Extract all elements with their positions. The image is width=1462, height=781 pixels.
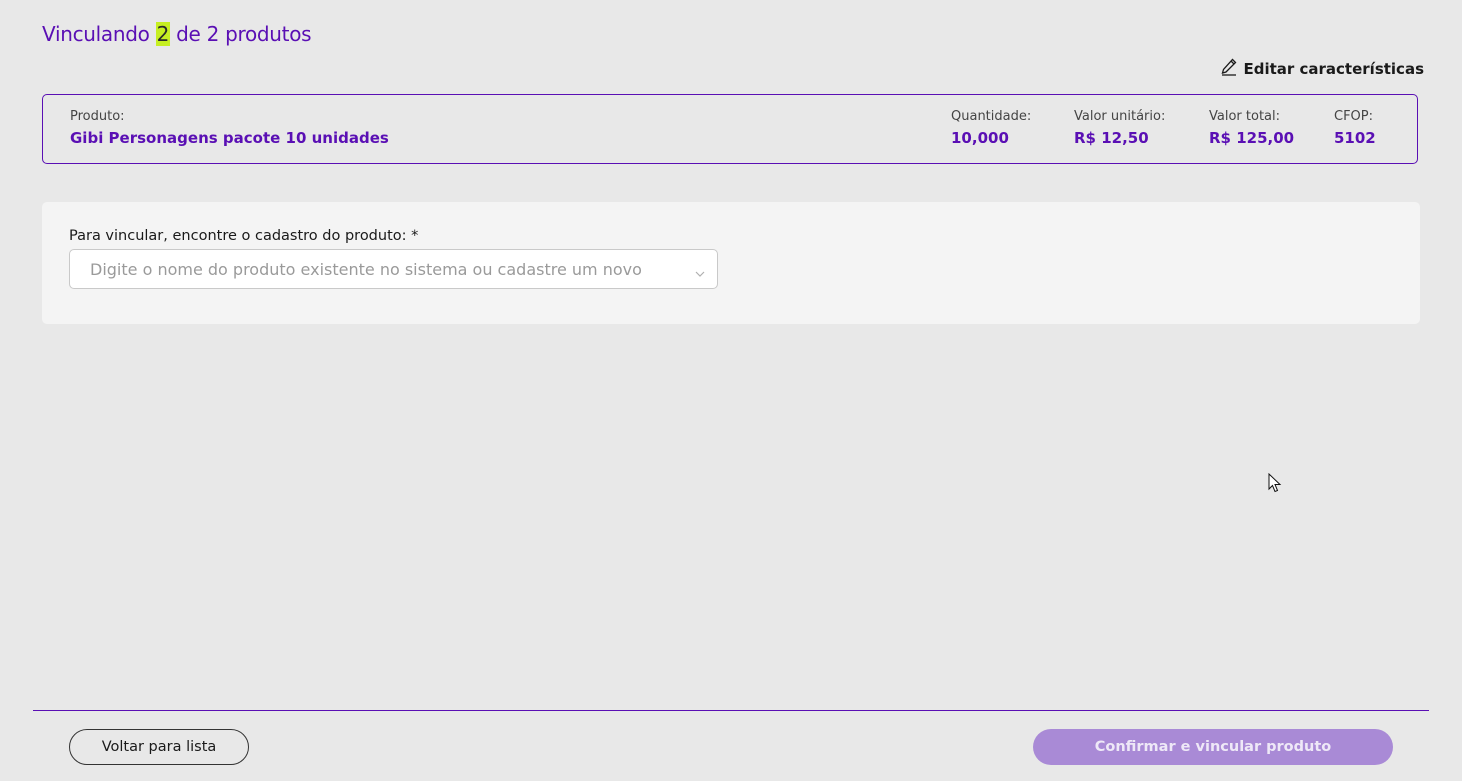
cfop-label: CFOP: [1334, 109, 1374, 124]
product-name-field: Produto: Gibi Personagens pacote 10 unid… [70, 109, 389, 147]
product-search-combobox[interactable] [69, 249, 718, 289]
total-value-label: Valor total: [1209, 109, 1280, 124]
product-name-value: Gibi Personagens pacote 10 unidades [70, 129, 389, 147]
product-name-label: Produto: [70, 109, 125, 124]
mouse-pointer-icon [1268, 472, 1282, 493]
product-search-label: Para vincular, encontre o cadastro do pr… [69, 228, 419, 244]
unit-value-field: Valor unitário: R$ 12,50 [1074, 109, 1165, 147]
quantity-field: Quantidade: 10,000 [951, 109, 1031, 147]
confirm-link-product-button[interactable]: Confirmar e vincular produto [1033, 729, 1393, 765]
product-search-panel: Para vincular, encontre o cadastro do pr… [42, 202, 1420, 324]
title-suffix: de 2 produtos [176, 22, 312, 46]
quantity-value: 10,000 [951, 129, 1009, 147]
pencil-icon [1221, 58, 1237, 80]
product-search-input[interactable] [70, 250, 670, 288]
total-value-field: Valor total: R$ 125,00 [1209, 109, 1294, 147]
unit-value-label: Valor unitário: [1074, 109, 1166, 124]
title-prefix: Vinculando [42, 22, 150, 46]
cfop-value: 5102 [1334, 129, 1376, 147]
back-to-list-button[interactable]: Voltar para lista [69, 729, 249, 765]
unit-value-value: R$ 12,50 [1074, 129, 1149, 147]
edit-characteristics-link[interactable]: Editar características [1221, 58, 1424, 80]
chevron-down-icon[interactable] [695, 264, 705, 277]
page-title: Vinculando 2 de 2 produtos [42, 22, 312, 46]
edit-characteristics-label: Editar características [1243, 60, 1424, 78]
total-value-value: R$ 125,00 [1209, 129, 1295, 147]
quantity-label: Quantidade: [951, 109, 1032, 124]
product-summary-card: Produto: Gibi Personagens pacote 10 unid… [42, 94, 1418, 164]
footer-divider [33, 710, 1429, 711]
current-index-highlight: 2 [155, 22, 171, 46]
cfop-field: CFOP: 5102 [1334, 109, 1376, 147]
